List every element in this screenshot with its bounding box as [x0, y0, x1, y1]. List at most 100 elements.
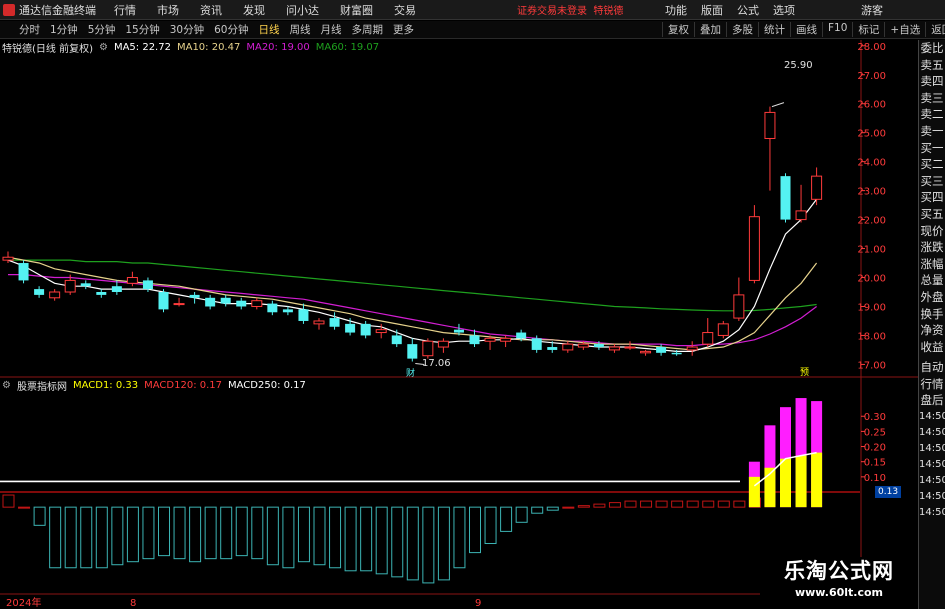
- candle: [49, 289, 61, 301]
- side-label-quotes[interactable]: 行情: [919, 376, 945, 393]
- tool-f10[interactable]: F10: [822, 22, 852, 37]
- candle-body-down: [282, 309, 293, 313]
- macd-hist-bar: [235, 506, 248, 557]
- tool-overlay[interactable]: 叠加: [694, 22, 726, 37]
- ma10-value: MA10: 20.47: [176, 41, 241, 53]
- candle: [764, 106, 776, 191]
- side-label-buy1[interactable]: 买一: [919, 140, 945, 157]
- tool-back[interactable]: 返回: [925, 22, 945, 37]
- macd-hist-bar: [593, 503, 606, 508]
- side-label-buy2[interactable]: 买二: [919, 156, 945, 173]
- candle-body-up: [562, 343, 574, 351]
- tab-60min[interactable]: 60分钟: [209, 22, 253, 37]
- side-label-auto[interactable]: 自动: [919, 359, 945, 376]
- tab-monthly[interactable]: 月线: [316, 22, 347, 37]
- candle: [702, 318, 714, 348]
- candle-body-up: [437, 340, 449, 348]
- tab-more[interactable]: 更多: [388, 22, 419, 37]
- tab-weekly[interactable]: 周线: [285, 22, 316, 37]
- tool-mark[interactable]: 标记: [852, 22, 884, 37]
- side-label-net-assets[interactable]: 净资: [919, 322, 945, 339]
- side-label-weibi[interactable]: 委比: [919, 40, 945, 57]
- chart-area[interactable]: 17.00 18.00 19.00 20.00 21.00 22.00 23.00 24.00…: [0, 0, 945, 609]
- date-label-aug: 8: [130, 598, 136, 609]
- tab-30min[interactable]: 30分钟: [165, 22, 209, 37]
- macd-hist-bar: [95, 506, 108, 569]
- macd-hist-bar: [220, 506, 233, 560]
- macd-tick-label: 0.25: [864, 427, 886, 438]
- candle-body-down: [18, 263, 29, 281]
- menu-discover[interactable]: 发现: [243, 2, 265, 18]
- side-label-outer[interactable]: 外盘: [919, 289, 945, 306]
- candle-body-down: [205, 297, 216, 307]
- side-label-sell3[interactable]: 卖三: [919, 90, 945, 107]
- menu-options[interactable]: 选项: [773, 2, 795, 18]
- candle: [158, 289, 169, 313]
- menu-market[interactable]: 市场: [157, 2, 179, 18]
- tab-15min[interactable]: 15分钟: [120, 22, 164, 37]
- tab-1min[interactable]: 1分钟: [45, 22, 83, 37]
- tab-5min[interactable]: 5分钟: [83, 22, 121, 37]
- candle: [733, 277, 745, 321]
- side-label-turnover[interactable]: 换手: [919, 306, 945, 323]
- side-label-sell2[interactable]: 卖二: [919, 106, 945, 123]
- price-tick-label: 22.00: [857, 216, 886, 227]
- watermark-title: 乐淘公式网: [784, 559, 894, 583]
- side-label-sell1[interactable]: 卖一: [919, 123, 945, 140]
- tool-add-favorite[interactable]: +自选: [884, 22, 925, 37]
- side-label-change-pct[interactable]: 涨幅: [919, 256, 945, 273]
- side-label-earnings[interactable]: 收益: [919, 339, 945, 356]
- axis-layer: 17.00 18.00 19.00 20.00 21.00 22.00 23.00 24.00…: [0, 40, 918, 595]
- candle: [608, 344, 620, 353]
- candle: [624, 341, 636, 350]
- side-label-sell5[interactable]: 卖五: [919, 57, 945, 74]
- menu-news[interactable]: 资讯: [200, 2, 222, 18]
- menu-function[interactable]: 功能: [665, 2, 687, 18]
- tab-multi-period[interactable]: 多周期: [347, 22, 389, 37]
- indicator-name[interactable]: 股票指标网: [17, 378, 67, 393]
- menu-right-group: 功能 版面 公式 选项 游客: [665, 2, 897, 18]
- menu-guest[interactable]: 游客: [861, 2, 883, 18]
- side-label-price[interactable]: 现价: [919, 223, 945, 240]
- login-status[interactable]: 证券交易未登录 特锐德: [517, 2, 623, 17]
- macd-yellow-bar: [780, 458, 791, 508]
- date-label-year: 2024年: [6, 596, 41, 609]
- menu-trade[interactable]: 交易: [394, 2, 416, 18]
- side-time-5: 14:50: [919, 475, 945, 487]
- macd-hist-bar: [437, 506, 450, 581]
- candle-body-up: [49, 291, 61, 299]
- stock-name[interactable]: 特锐德(日线 前复权): [2, 40, 93, 55]
- side-label-change[interactable]: 涨跌: [919, 239, 945, 256]
- macd-hist-bar: [422, 506, 435, 584]
- side-label-after-hours[interactable]: 盘后: [919, 392, 945, 409]
- side-label-buy4[interactable]: 买四: [919, 189, 945, 206]
- menu-wealth[interactable]: 财富圈: [340, 2, 373, 18]
- tab-daily[interactable]: 日线: [254, 22, 285, 37]
- price-tick-label: 17.00: [857, 360, 886, 371]
- menu-formula[interactable]: 公式: [737, 2, 759, 18]
- side-label-sell4[interactable]: 卖四: [919, 73, 945, 90]
- tool-multi-stock[interactable]: 多股: [726, 22, 758, 37]
- candle: [407, 338, 418, 362]
- indicator-gear-icon[interactable]: ⚙: [2, 380, 11, 391]
- tool-draw[interactable]: 画线: [790, 22, 822, 37]
- tab-timeshare[interactable]: 分时: [14, 22, 45, 37]
- macd-tick-label: 0.20: [864, 443, 886, 454]
- price-tick-label: 20.00: [857, 274, 886, 285]
- menu-ask[interactable]: 问小达: [286, 2, 319, 18]
- gear-icon[interactable]: ⚙: [99, 42, 108, 53]
- side-label-volume[interactable]: 总量: [919, 272, 945, 289]
- tool-stats[interactable]: 统计: [758, 22, 790, 37]
- side-label-buy3[interactable]: 买三: [919, 173, 945, 190]
- side-label-buy5[interactable]: 买五: [919, 206, 945, 223]
- tool-adjust[interactable]: 复权: [662, 22, 694, 37]
- menu-quotes[interactable]: 行情: [114, 2, 136, 18]
- candle-body-down: [267, 303, 278, 313]
- high-arrow: [771, 102, 785, 108]
- candle: [593, 341, 604, 350]
- candle-body-down: [111, 286, 122, 292]
- candle: [656, 344, 667, 356]
- menu-layout[interactable]: 版面: [701, 2, 723, 18]
- candle: [126, 271, 138, 287]
- candle: [267, 300, 278, 316]
